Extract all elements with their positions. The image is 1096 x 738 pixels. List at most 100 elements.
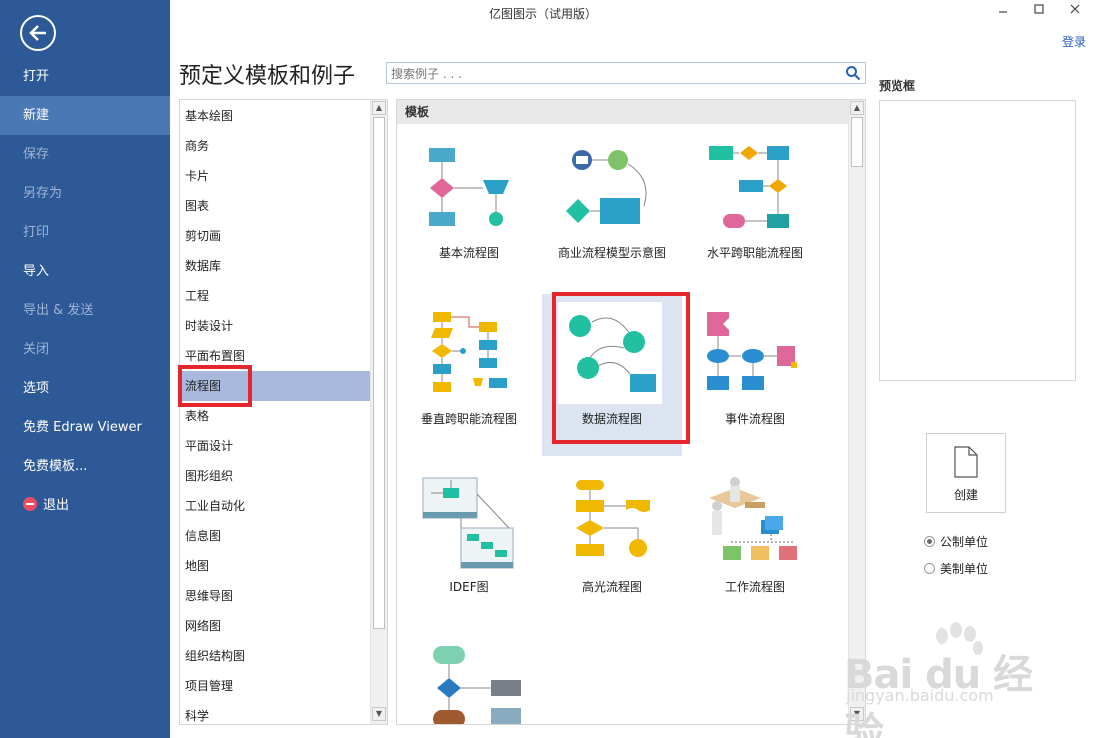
- arrow-left-icon: [29, 25, 46, 41]
- back-button[interactable]: [20, 15, 56, 51]
- close-window-button[interactable]: [1064, 2, 1086, 20]
- maximize-button[interactable]: [1028, 2, 1050, 20]
- template-idef-diagram[interactable]: IDEF图: [399, 464, 539, 624]
- category-item[interactable]: 工业自动化: [180, 491, 370, 521]
- page-title: 预定义模板和例子: [179, 64, 356, 89]
- search-icon[interactable]: [845, 65, 861, 81]
- radio-indicator-checked: [924, 536, 935, 547]
- watermark-brand: Bai du 经验: [844, 652, 1033, 738]
- template-label: 数据流程图: [581, 412, 642, 426]
- login-link[interactable]: 登录: [1062, 33, 1086, 50]
- radio-imperial[interactable]: 美制单位: [924, 560, 988, 577]
- create-button[interactable]: 创建: [926, 433, 1006, 513]
- category-item[interactable]: 平面布置图: [180, 341, 370, 371]
- category-item[interactable]: 工程: [180, 281, 370, 311]
- title-bar: 亿图图示（试用版）: [170, 0, 1096, 26]
- scroll-down-button[interactable]: ▼: [372, 707, 386, 721]
- menu-print[interactable]: 打印: [0, 213, 170, 252]
- category-item[interactable]: 思维导图: [180, 581, 370, 611]
- category-item-selected[interactable]: 流程图: [180, 371, 370, 401]
- category-item[interactable]: 地图: [180, 551, 370, 581]
- minimize-icon: [999, 11, 1007, 13]
- backstage-menu: 打开 新建 保存 另存为 打印 导入 导出 & 发送 关闭 选项 免费 Edra…: [0, 57, 170, 525]
- backstage-sidebar: 打开 新建 保存 另存为 打印 导入 导出 & 发送 关闭 选项 免费 Edra…: [0, 0, 170, 738]
- template-label: 商业流程模型示意图: [557, 246, 666, 260]
- template-scrollbar[interactable]: ▲ ▼: [848, 100, 865, 724]
- create-label: 创建: [953, 488, 978, 502]
- template-highlight-flowchart[interactable]: 高光流程图: [542, 464, 682, 624]
- baidu-watermark: Bai du 经验 jingyan.baidu.com: [838, 620, 1038, 738]
- edraw-backstage-window: 打开 新建 保存 另存为 打印 导入 导出 & 发送 关闭 选项 免费 Edra…: [0, 0, 1096, 738]
- scroll-up-button[interactable]: ▲: [372, 101, 386, 115]
- template-partial[interactable]: [399, 634, 539, 724]
- radio-label: 美制单位: [940, 562, 989, 576]
- category-item[interactable]: 商务: [180, 131, 370, 161]
- template-label: 水平跨职能流程图: [706, 246, 803, 260]
- template-vertical-cross-functional[interactable]: 垂直跨职能流程图: [399, 296, 539, 456]
- scroll-thumb[interactable]: [851, 117, 863, 167]
- category-item[interactable]: 图表: [180, 191, 370, 221]
- window-title: 亿图图示（试用版）: [488, 7, 597, 21]
- menu-export-send[interactable]: 导出 & 发送: [0, 291, 170, 330]
- menu-exit[interactable]: 退出: [0, 486, 170, 525]
- template-label: 高光流程图: [581, 580, 642, 594]
- category-item[interactable]: 基本绘图: [180, 101, 370, 131]
- radio-indicator: [924, 563, 935, 574]
- data-flow-thumbnail: [569, 315, 656, 392]
- template-event-flowchart[interactable]: 事件流程图: [685, 296, 825, 456]
- menu-exit-label: 退出: [43, 498, 70, 513]
- menu-free-viewer[interactable]: 免费 Edraw Viewer: [0, 408, 170, 447]
- event-flowchart-thumbnail: [707, 312, 797, 390]
- menu-save[interactable]: 保存: [0, 135, 170, 174]
- scroll-thumb[interactable]: [373, 117, 385, 629]
- category-item[interactable]: 科学: [180, 701, 370, 724]
- template-workflow[interactable]: 工作流程图: [685, 464, 825, 624]
- exit-icon: [23, 497, 37, 511]
- template-gallery: 模板 基本流程图 商业流程模型示意图 水平跨职能流程图 垂直跨职能流程图 数据流…: [396, 99, 866, 725]
- category-item[interactable]: 信息图: [180, 521, 370, 551]
- template-horizontal-cross-functional[interactable]: 水平跨职能流程图: [685, 130, 825, 290]
- category-item[interactable]: 项目管理: [180, 671, 370, 701]
- template-data-flow-diagram[interactable]: 数据流程图: [542, 294, 682, 456]
- template-basic-flowchart[interactable]: 基本流程图: [399, 130, 539, 290]
- category-item[interactable]: 图形组织: [180, 461, 370, 491]
- preview-label: 预览框: [879, 79, 916, 93]
- vertical-cross-functional-thumbnail: [431, 312, 507, 392]
- business-process-thumbnail: [566, 150, 647, 224]
- template-label: IDEF图: [449, 580, 489, 594]
- basic-flowchart-thumbnail: [429, 148, 509, 226]
- highlight-flowchart-thumbnail: [576, 480, 650, 557]
- scroll-up-button[interactable]: ▲: [850, 101, 864, 115]
- template-label: 基本流程图: [438, 246, 499, 260]
- paw-logo: [936, 622, 983, 655]
- new-document-icon: [954, 446, 978, 478]
- category-list: 基本绘图 商务 卡片 图表 剪切画 数据库 工程 时装设计 平面布置图 流程图 …: [179, 99, 388, 725]
- category-item[interactable]: 组织结构图: [180, 641, 370, 671]
- template-label: 事件流程图: [724, 412, 785, 426]
- close-icon: [1070, 4, 1080, 14]
- search-box[interactable]: [386, 62, 866, 84]
- category-item[interactable]: 卡片: [180, 161, 370, 191]
- category-item[interactable]: 数据库: [180, 251, 370, 281]
- menu-new[interactable]: 新建: [0, 96, 170, 135]
- menu-save-as[interactable]: 另存为: [0, 174, 170, 213]
- template-business-process[interactable]: 商业流程模型示意图: [542, 130, 682, 290]
- menu-close[interactable]: 关闭: [0, 330, 170, 369]
- category-scrollbar[interactable]: ▲ ▼: [370, 100, 387, 724]
- section-header: 模板: [397, 100, 849, 124]
- category-item[interactable]: 时装设计: [180, 311, 370, 341]
- search-input[interactable]: [387, 64, 837, 84]
- scroll-down-button[interactable]: ▼: [850, 707, 864, 721]
- category-item[interactable]: 网络图: [180, 611, 370, 641]
- partial-template-thumbnail: [433, 646, 521, 724]
- menu-import[interactable]: 导入: [0, 252, 170, 291]
- minimize-button[interactable]: [992, 2, 1014, 20]
- menu-free-templates[interactable]: 免费模板...: [0, 447, 170, 486]
- category-item[interactable]: 表格: [180, 401, 370, 431]
- menu-open[interactable]: 打开: [0, 57, 170, 96]
- category-item[interactable]: 平面设计: [180, 431, 370, 461]
- category-item[interactable]: 剪切画: [180, 221, 370, 251]
- template-label: 工作流程图: [724, 580, 785, 594]
- menu-options[interactable]: 选项: [0, 369, 170, 408]
- radio-metric[interactable]: 公制单位: [924, 533, 988, 550]
